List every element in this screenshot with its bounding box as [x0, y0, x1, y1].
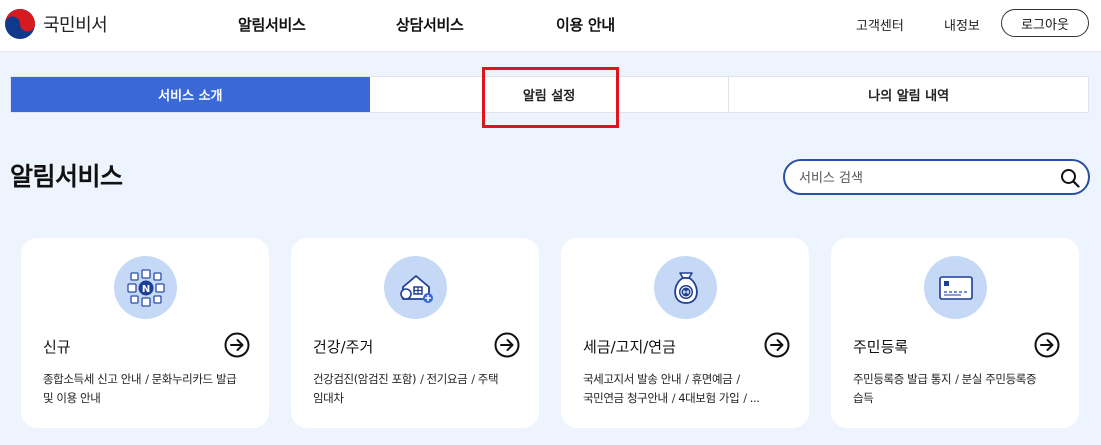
card-title: 건강/주거 [313, 338, 374, 356]
nav-usage-guide[interactable]: 이용 안내 [556, 14, 615, 35]
card-icon-circle [924, 256, 987, 319]
nav-consult-service[interactable]: 상담서비스 [396, 14, 464, 35]
card-health-housing[interactable]: 건강/주거 건강검진(암검진 포함) / 전기요금 / 주택 임대차 [291, 238, 539, 428]
card-icon-circle [654, 256, 717, 319]
link-id-card-issue[interactable]: 주민등록증 발급 통지 [853, 372, 952, 386]
card-links: 종합소득세 신고 안내 / 문화누리카드 발급 및 이용 안내 [43, 372, 237, 405]
logout-button[interactable]: 로그아웃 [1001, 9, 1089, 37]
arrow-right-circle-icon[interactable] [224, 332, 250, 358]
card-title: 주민등록 [853, 338, 909, 356]
card-links: 건강검진(암검진 포함) / 전기요금 / 주택 임대차 [313, 372, 499, 405]
link-lost-id-found[interactable]: 분실 주민등록증 [962, 372, 1037, 386]
svg-text:N: N [141, 284, 149, 295]
arrow-right-circle-icon[interactable] [494, 332, 520, 358]
arrow-right-circle-icon[interactable] [1034, 332, 1060, 358]
tab-alert-settings[interactable]: 알림 설정 [370, 77, 730, 112]
link-culture-card-cont[interactable]: 및 이용 안내 [43, 391, 101, 405]
link-lost-id-found-cont[interactable]: 습득 [853, 391, 874, 405]
site-logo[interactable]: 국민비서 [4, 8, 108, 40]
nav-alert-service[interactable]: 알림서비스 [238, 14, 306, 35]
card-new[interactable]: N 신규 종합소득세 신고 안내 / 문화누리카드 발급 및 이용 안내 [21, 238, 269, 428]
my-info-link[interactable]: 내정보 [944, 15, 980, 34]
tab-my-alert-history[interactable]: 나의 알림 내역 [729, 77, 1088, 112]
card-links: 주민등록증 발급 통지 / 분실 주민등록증 습득 [853, 372, 1037, 405]
link-social-insurance[interactable]: 4대보험 가입 [678, 391, 739, 405]
id-card-icon [938, 275, 973, 300]
link-more[interactable]: ... [750, 391, 760, 405]
card-icon-circle: N [114, 256, 177, 319]
compass-network-icon: N [126, 268, 165, 307]
link-electric-bill[interactable]: 전기요금 [427, 372, 468, 386]
card-title: 신규 [43, 338, 71, 356]
money-bag-icon [673, 271, 698, 304]
link-dormant-deposit[interactable]: 휴면예금 [692, 372, 733, 386]
link-pension-claim[interactable]: 국민연금 청구안내 [583, 391, 668, 405]
link-income-tax[interactable]: 종합소득세 신고 안내 [43, 372, 142, 386]
tab-service-intro[interactable]: 서비스 소개 [11, 77, 370, 112]
link-culture-card[interactable]: 문화누리카드 발급 [152, 372, 237, 386]
page-title: 알림서비스 [10, 162, 123, 191]
service-search [783, 159, 1090, 195]
link-health-checkup[interactable]: 건강검진(암검진 포함) [313, 372, 416, 386]
card-tax-notice-pension[interactable]: 세금/고지/연금 국세고지서 발송 안내 / 휴면예금 / 국민연금 청구안내/4대보… [561, 238, 809, 428]
link-housing-lease-cont[interactable]: 임대차 [313, 391, 344, 405]
card-links: 국세고지서 발송 안내 / 휴면예금 / 국민연금 청구안내/4대보험 가입 /... [583, 372, 760, 405]
taegeuk-logo-icon [5, 9, 35, 39]
card-title: 세금/고지/연금 [583, 338, 676, 356]
link-housing-lease[interactable]: 주택 [478, 372, 499, 386]
sub-tabs: 서비스 소개 알림 설정 나의 알림 내역 [10, 76, 1089, 113]
card-resident-registration[interactable]: 주민등록 주민등록증 발급 통지 / 분실 주민등록증 습득 [831, 238, 1079, 428]
link-tax-notice[interactable]: 국세고지서 발송 안내 [583, 372, 682, 386]
card-icon-circle [384, 256, 447, 319]
house-health-icon [399, 274, 433, 303]
search-input[interactable] [799, 168, 1049, 188]
customer-center-link[interactable]: 고객센터 [856, 15, 904, 34]
top-header: 국민비서 알림서비스 상담서비스 이용 안내 고객센터 내정보 로그아웃 [0, 0, 1101, 52]
logo-text: 국민비서 [43, 15, 108, 36]
search-icon[interactable] [1060, 168, 1080, 188]
arrow-right-circle-icon[interactable] [764, 332, 790, 358]
